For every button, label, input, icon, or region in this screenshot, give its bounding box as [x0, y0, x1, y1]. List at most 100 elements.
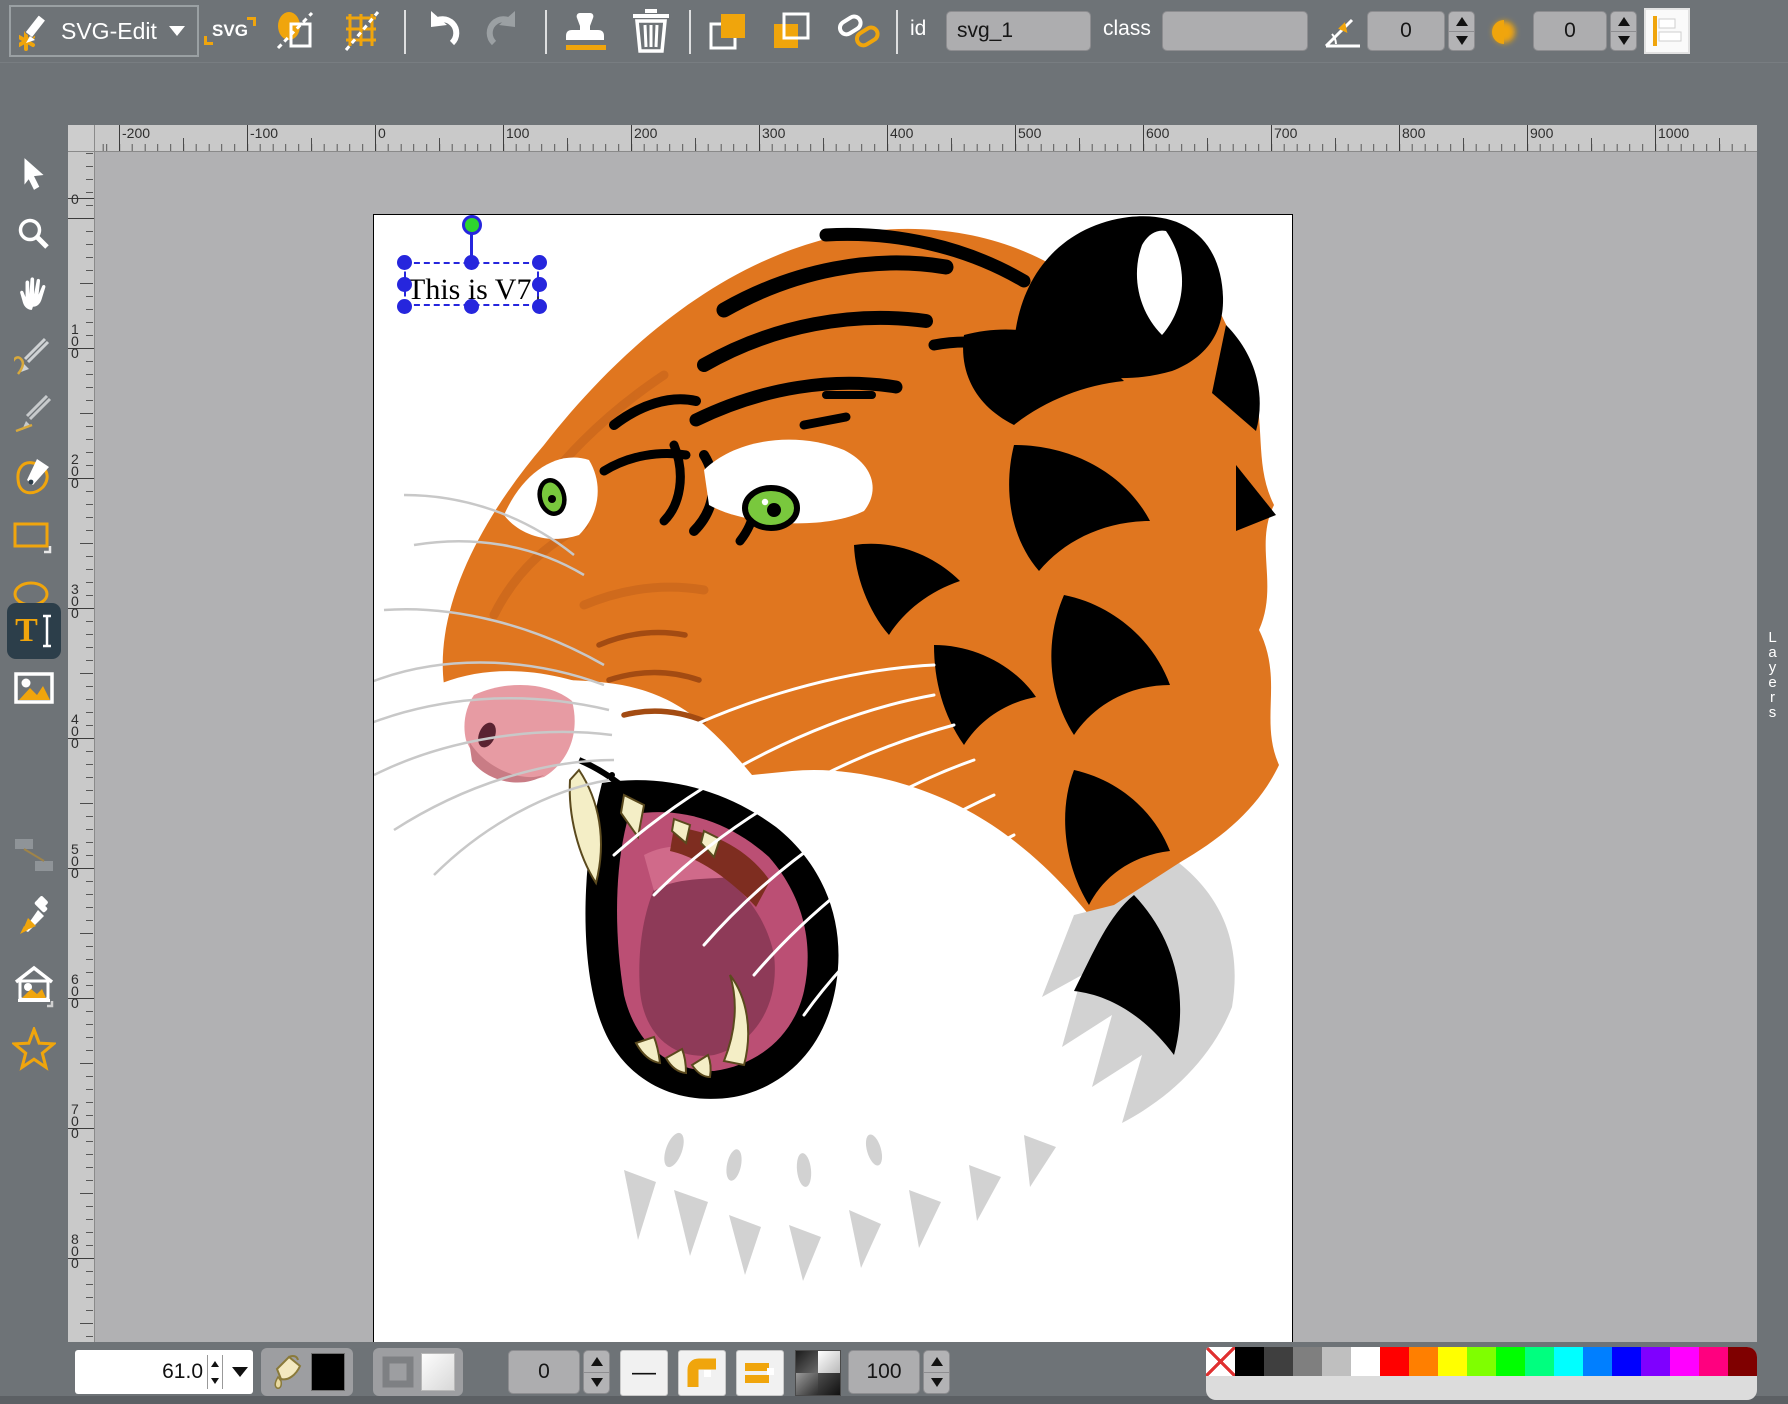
selection-handle-se[interactable] [532, 299, 547, 314]
palette-swatch[interactable] [1235, 1347, 1264, 1376]
selection-handle-n[interactable] [464, 255, 479, 270]
connector-icon [13, 835, 55, 875]
selection-handle-e[interactable] [532, 277, 547, 292]
palette-swatch[interactable] [1641, 1347, 1670, 1376]
ruler-left-label: 400 [71, 713, 83, 749]
trash-icon [631, 9, 671, 53]
palette-swatch[interactable] [1728, 1347, 1757, 1376]
tool-star[interactable] [10, 1025, 58, 1073]
stroke-dash-dropdown[interactable]: — [620, 1350, 668, 1396]
redo-button[interactable] [480, 8, 526, 54]
undo-icon [421, 9, 465, 53]
zoom-dropdown[interactable] [223, 1367, 253, 1377]
ruler-left-label: 800 [71, 1233, 83, 1269]
palette-swatch-none[interactable] [1206, 1347, 1235, 1376]
selection-handle-nw[interactable] [397, 255, 412, 270]
opacity-input[interactable]: 100 [848, 1350, 920, 1394]
move-to-top-button[interactable] [705, 8, 751, 54]
select-arrow-icon [16, 156, 52, 192]
palette-swatch[interactable] [1264, 1347, 1293, 1376]
opacity-spinner[interactable] [923, 1350, 950, 1394]
angle-spinner[interactable] [1448, 11, 1475, 51]
palette-swatch[interactable] [1670, 1347, 1699, 1376]
pen-path-icon [13, 455, 55, 497]
grid-button[interactable] [338, 8, 384, 54]
tool-path[interactable] [10, 452, 58, 500]
wireframe-button[interactable] [272, 8, 318, 54]
ruler-top-label: 900 [1530, 125, 1553, 141]
ruler-left-label: 500 [71, 843, 83, 879]
tool-zoom[interactable] [10, 211, 58, 259]
tool-line[interactable] [10, 391, 58, 439]
palette-swatch[interactable] [1554, 1347, 1583, 1376]
selection-handle-ne[interactable] [532, 255, 547, 270]
palette-swatch[interactable] [1699, 1347, 1728, 1376]
palette-swatch[interactable] [1525, 1347, 1554, 1376]
main-menu-button[interactable]: SVG-Edit [9, 5, 199, 57]
selection-handle-sw[interactable] [397, 299, 412, 314]
layers-panel-toggle[interactable]: L a y e r s [1757, 125, 1788, 1342]
tool-select[interactable] [10, 150, 58, 198]
tool-pan[interactable] [10, 270, 58, 318]
blur-spinner[interactable] [1610, 11, 1637, 51]
palette-swatch[interactable] [1583, 1347, 1612, 1376]
star-icon [12, 1027, 56, 1071]
fill-color-swatch[interactable] [311, 1353, 345, 1391]
zoom-spinner[interactable] [207, 1355, 223, 1389]
angle-input[interactable]: 0 [1367, 11, 1445, 51]
ruler-top-label: -100 [250, 125, 278, 141]
palette-swatch[interactable] [1438, 1347, 1467, 1376]
linecap-button[interactable] [736, 1350, 784, 1396]
palette-swatch[interactable] [1409, 1347, 1438, 1376]
linejoin-button[interactable] [678, 1350, 726, 1396]
ruler-top-label: 700 [1274, 125, 1297, 141]
ruler-top-label: 100 [506, 125, 529, 141]
tool-shape-library[interactable] [10, 963, 58, 1011]
toolbar-separator [896, 10, 898, 54]
link-button[interactable] [836, 8, 882, 54]
tool-image[interactable] [10, 665, 58, 713]
tool-eyedropper[interactable] [10, 893, 58, 941]
opacity-value: 100 [866, 1360, 901, 1384]
palette-swatch[interactable] [1496, 1347, 1525, 1376]
source-code-button[interactable]: SVG [207, 8, 253, 54]
workarea[interactable]: -200-10001002003004005006007008009001000… [68, 125, 1788, 1342]
stroke-width-input[interactable]: 0 [508, 1350, 580, 1394]
undo-button[interactable] [420, 8, 466, 54]
svg-edit-app: SVG-Edit SVG [0, 0, 1788, 1404]
ruler-top-label: 400 [890, 125, 913, 141]
rotate-handle[interactable] [462, 215, 482, 235]
stroke-color-swatch[interactable] [421, 1353, 455, 1391]
bottom-toolbar: 61.0 0 — [0, 1342, 1788, 1404]
align-button[interactable] [1644, 8, 1690, 54]
palette-swatch[interactable] [1467, 1347, 1496, 1376]
tool-text[interactable]: T [7, 603, 61, 659]
palette-swatch[interactable] [1351, 1347, 1380, 1376]
delete-button[interactable] [628, 8, 674, 54]
blur-input[interactable]: 0 [1533, 11, 1607, 51]
id-input[interactable]: svg_1 [946, 11, 1091, 51]
zoom-control[interactable]: 61.0 [75, 1350, 253, 1394]
palette-swatch[interactable] [1322, 1347, 1351, 1376]
paint-bucket-icon [269, 1353, 305, 1391]
tool-rect[interactable] [10, 512, 58, 560]
tool-connector[interactable] [10, 831, 58, 879]
shape-library-icon [12, 965, 56, 1009]
selection-handle-w[interactable] [397, 277, 412, 292]
text-context-toolbar: x 80.3 y 65.5 B i abcd abcd abcd [0, 62, 1788, 125]
ruler-top-label: 600 [1146, 125, 1169, 141]
svg-canvas[interactable]: This is V7 [373, 214, 1293, 1342]
rect-icon [12, 516, 56, 556]
opacity-gradient-icon[interactable] [795, 1350, 841, 1396]
class-input[interactable] [1162, 11, 1308, 51]
palette-swatch[interactable] [1612, 1347, 1641, 1376]
stroke-width-spinner[interactable] [583, 1350, 610, 1394]
line-icon [14, 395, 54, 435]
clone-button[interactable] [562, 8, 608, 54]
tiger-drawing[interactable] [374, 215, 1292, 1342]
tool-pencil[interactable] [10, 332, 58, 380]
palette-swatch[interactable] [1293, 1347, 1322, 1376]
selection-handle-s[interactable] [464, 299, 479, 314]
move-to-bottom-button[interactable] [768, 8, 814, 54]
palette-swatch[interactable] [1380, 1347, 1409, 1376]
